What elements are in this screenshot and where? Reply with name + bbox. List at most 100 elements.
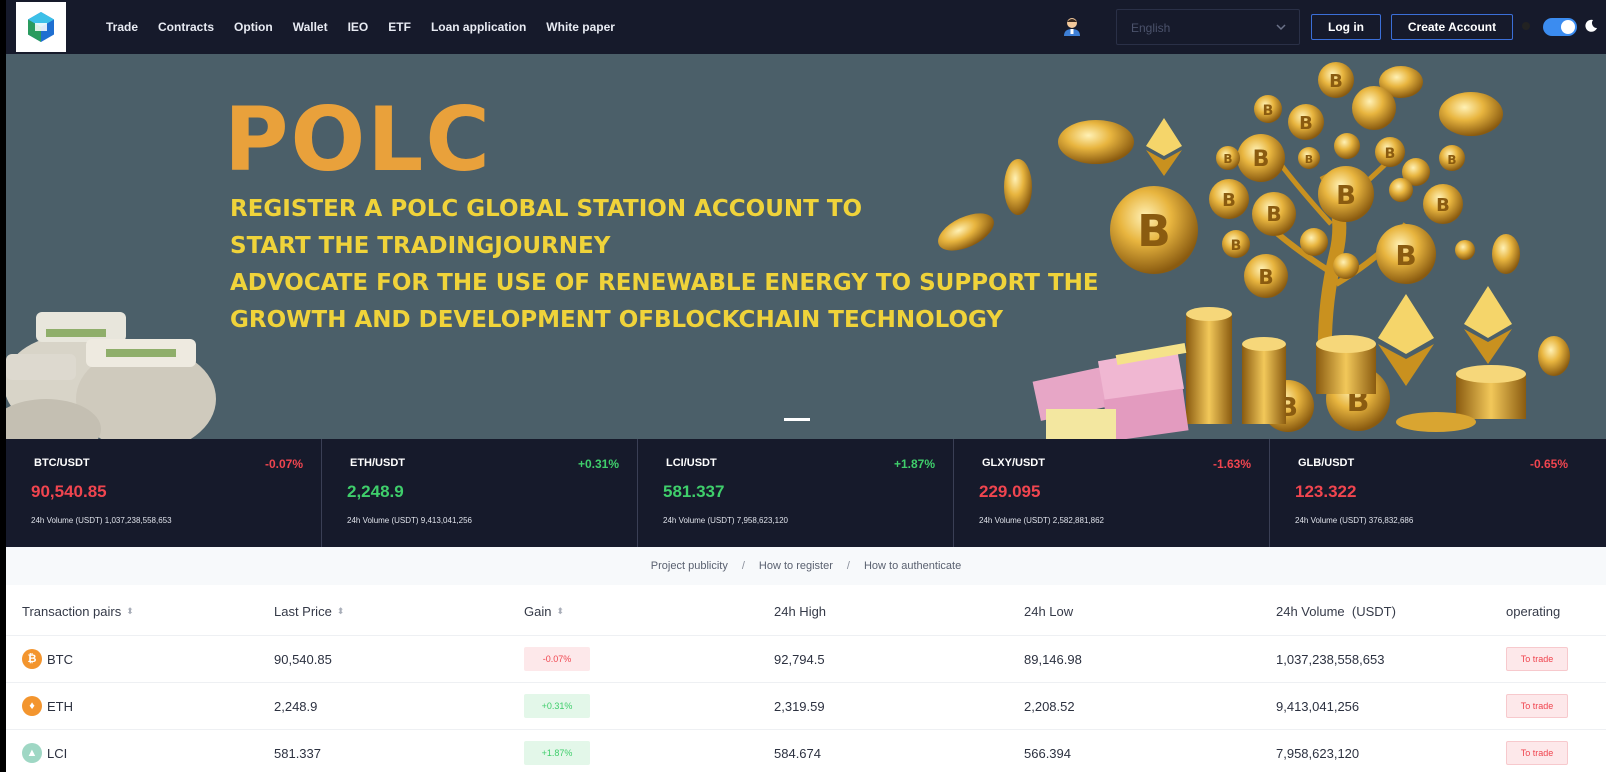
ticker-change: +1.87% [893,457,935,471]
gain-badge: +1.87% [524,741,590,765]
header-24h-high: 24h High [774,604,827,619]
high-cell: 92,794.5 [774,651,825,667]
svg-text:B: B [1336,181,1356,211]
operating-cell: To trade [1506,636,1568,682]
logo[interactable] [16,2,66,52]
volume-cell: 1,037,238,558,653 [1276,651,1385,667]
to-trade-button[interactable]: To trade [1506,647,1568,671]
volume-cell: 7,958,623,120 [1276,745,1360,761]
login-button[interactable]: Log in [1311,14,1381,40]
coin-name: BTC [47,651,73,667]
hero-banner[interactable]: B B B B B B B B B B B B B B B B B B POLC… [6,54,1606,439]
pair-cell: ▲ LCI [22,730,67,772]
svg-text:B: B [1263,103,1274,119]
nav-link-option[interactable]: Option [234,20,273,34]
nav-menu: Trade Contracts Option Wallet IEO ETF Lo… [106,0,615,54]
link-how-to-register[interactable]: How to register [759,560,833,572]
svg-text:B: B [1223,152,1232,166]
hero-title: POLC [224,88,492,191]
ticker-volume: 24h Volume (USDT) 2,582,881,862 [979,516,1104,525]
toggle-knob [1561,20,1575,34]
chevron-down-icon [1276,24,1286,31]
link-separator: / [741,560,745,572]
table-row[interactable]: ₿ BTC 90,540.85 -0.07% 92,794.5 89,146.98 1,03… [6,636,1606,683]
customer-service-icon[interactable] [1061,15,1083,37]
svg-text:B: B [1447,153,1456,167]
nav-link-loan-application[interactable]: Loan application [431,20,526,34]
ticker-price: 123.322 [1295,482,1357,501]
table-row[interactable]: ♦ ETH 2,248.9 +0.31% 2,319.59 2,208.52 9,413,0… [6,683,1606,730]
ticker-card-glxy[interactable]: GLXY/USDT -1.63% 229.095 24h Volume (USD… [954,439,1270,547]
create-account-button[interactable]: Create Account [1391,14,1513,40]
svg-text:B: B [1385,146,1396,162]
nav-link-trade[interactable]: Trade [106,20,138,34]
table-row[interactable]: ▲ LCI 581.337 +1.87% 584.674 566.394 7,958,623… [6,730,1606,772]
header-last-price[interactable]: Last Price ⬍ [274,588,344,635]
logo-icon [28,12,54,42]
header-gain[interactable]: Gain ⬍ [524,588,564,635]
low-cell: 566.394 [1024,745,1071,761]
moon-icon [1585,19,1597,32]
header-24h-volume: 24h Volume (USDT) [1276,604,1396,619]
nav-link-wallet[interactable]: Wallet [293,20,328,34]
svg-text:B: B [1329,71,1343,92]
ticker-card-btc[interactable]: BTC/USDT -0.07% 90,540.85 24h Volume (US… [6,439,322,547]
hero-tagline-4: GROWTH AND DEVELOPMENT OFBLOCKCHAIN TECH… [230,307,1004,333]
pair-cell: ♦ ETH [22,683,73,729]
coin-name: LCI [47,745,68,761]
ticker-card-lci[interactable]: LCI/USDT +1.87% 581.337 24h Volume (USDT… [638,439,954,547]
link-how-to-authenticate[interactable]: How to authenticate [864,560,961,572]
theme-toggle[interactable] [1543,18,1577,36]
sort-icon: ⬍ [126,606,134,616]
to-trade-button[interactable]: To trade [1506,694,1568,718]
carousel-indicator[interactable] [784,418,810,421]
sort-icon: ⬍ [336,606,345,616]
ticker-pair: GLB/USDT [1298,457,1355,469]
header-label: Transaction pairs [22,604,122,619]
ticker-change: -0.65% [1529,457,1568,471]
svg-text:B: B [1222,190,1236,211]
ticker-change: -0.07% [264,457,303,471]
svg-text:B: B [1253,147,1270,172]
header-transaction-pairs[interactable]: Transaction pairs ⬍ [22,588,134,635]
ticker-pair: LCI/USDT [666,457,717,469]
ticker-price: 229.095 [979,482,1041,501]
ticker-pair: BTC/USDT [34,457,90,469]
ticker-change: -1.63% [1212,457,1251,471]
link-project-publicity[interactable]: Project publicity [651,560,728,572]
ticker-card-glb[interactable]: GLB/USDT -0.65% 123.322 24h Volume (USDT… [1270,439,1586,547]
gain-cell: -0.07% [524,636,590,682]
sort-icon: ⬍ [556,606,565,616]
svg-text:B: B [1299,113,1313,134]
ticker-card-eth[interactable]: ETH/USDT +0.31% 2,248.9 24h Volume (USDT… [322,439,638,547]
lci-icon: ▲ [22,743,42,763]
nav-link-ieo[interactable]: IEO [348,20,369,34]
ticker-pair: GLXY/USDT [982,457,1045,469]
ticker-pair: ETH/USDT [350,457,405,469]
ticker-price: 90,540.85 [31,482,107,501]
header-24h-low: 24h Low [1024,604,1074,619]
header-label: Gain [524,604,552,619]
nav-link-etf[interactable]: ETF [388,20,411,34]
nav-link-contracts[interactable]: Contracts [158,20,214,34]
pair-cell: ₿ BTC [22,636,73,682]
ticker-volume: 24h Volume (USDT) 1,037,238,558,653 [31,516,172,525]
svg-text:B: B [1305,153,1313,166]
last-price-cell: 2,248.9 [274,698,318,714]
last-price-cell: 581.337 [274,745,321,761]
svg-text:B: B [1137,206,1171,257]
svg-text:B: B [1266,202,1281,226]
ticker-change: +0.31% [577,457,619,471]
ticker-price: 581.337 [663,482,725,501]
nav-link-white-paper[interactable]: White paper [546,20,615,34]
gain-badge: -0.07% [524,647,590,671]
market-table: Transaction pairs ⬍ Last Price ⬍ Gain ⬍ 24h… [6,588,1606,772]
language-select[interactable]: English [1116,9,1300,45]
operating-cell: To trade [1506,730,1568,772]
light-mode-icon [1522,22,1530,30]
table-header: Transaction pairs ⬍ Last Price ⬍ Gain ⬍ 24h… [6,588,1606,636]
ticker-volume: 24h Volume (USDT) 7,958,623,120 [663,516,788,525]
language-value: English [1131,21,1171,35]
link-separator: / [846,560,850,572]
to-trade-button[interactable]: To trade [1506,741,1568,765]
